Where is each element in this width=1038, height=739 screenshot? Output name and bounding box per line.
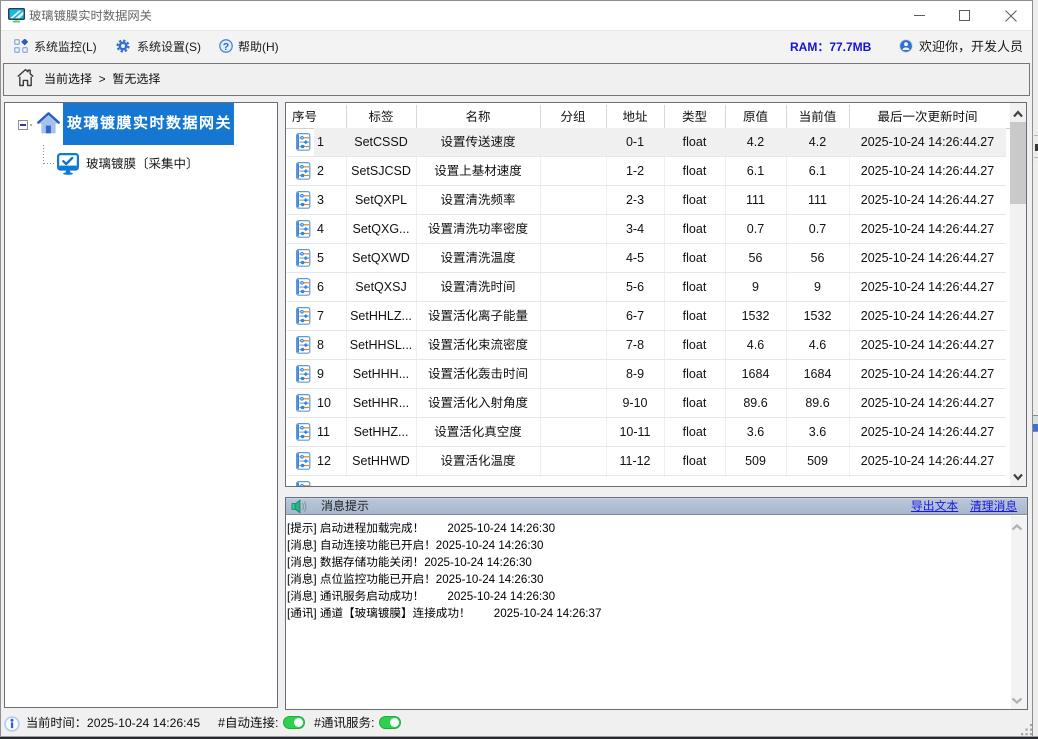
svg-text:?: ? <box>223 41 229 53</box>
